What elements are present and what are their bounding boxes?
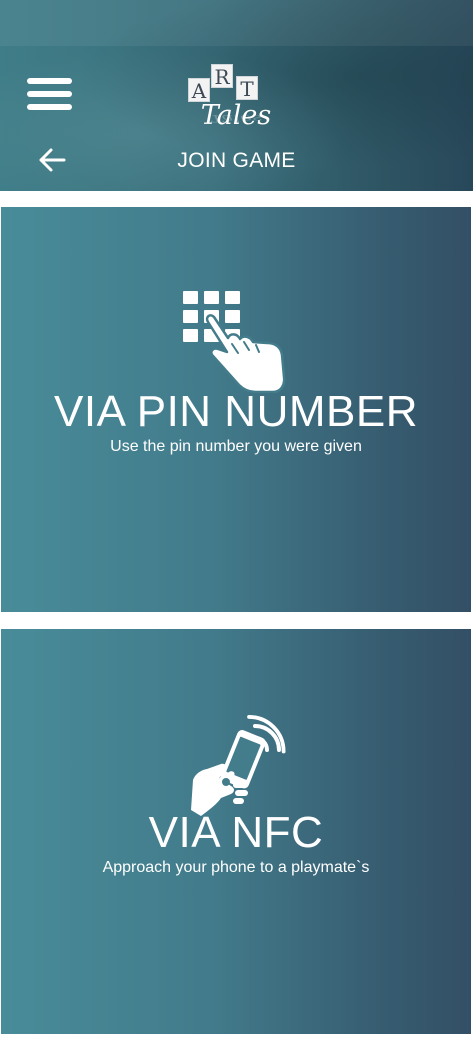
nfc-option-subtitle: Approach your phone to a playmate`s [102,859,370,876]
app-header: A R T Tales Tales JOIN GAME [0,0,473,191]
nfc-phone-icon [181,712,291,822]
join-game-screen: A R T Tales Tales JOIN GAME VIA PIN NUMB… [0,0,473,1050]
keypad-touch-icon [181,289,291,394]
join-via-pin-button[interactable]: VIA PIN NUMBER Use the pin number you we… [1,207,471,612]
logo-tile-t: T [236,76,258,101]
art-tales-logo: A R T Tales Tales [184,62,288,142]
hamburger-menu-icon[interactable] [27,76,72,112]
logo-reflection: Tales [209,112,263,125]
logo-tile-r: R [211,64,233,89]
pin-option-subtitle: Use the pin number you were given [110,438,362,455]
nfc-option-title: VIA NFC [148,808,324,857]
pin-option-title: VIA PIN NUMBER [54,387,418,436]
page-title: JOIN GAME [177,149,296,172]
status-bar [0,0,473,46]
join-via-nfc-button[interactable]: VIA NFC Approach your phone to a playmat… [1,629,471,1034]
logo-tile-a: A [188,78,210,103]
